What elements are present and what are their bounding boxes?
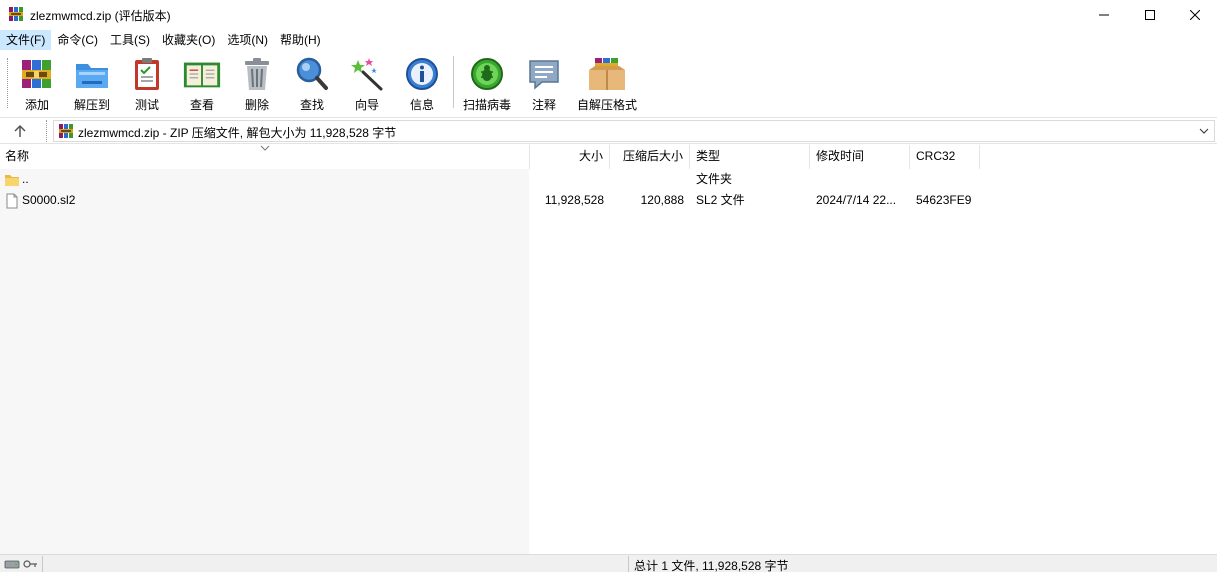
address-grip[interactable] xyxy=(46,120,50,142)
address-bar: zlezmwmcd.zip - ZIP 压缩文件, 解包大小为 11,928,5… xyxy=(0,117,1217,144)
menu-commands[interactable]: 命令(C) xyxy=(51,30,104,50)
comment-button[interactable]: 注释 xyxy=(524,55,564,113)
view-button[interactable]: 查看 xyxy=(180,55,224,113)
status-divider xyxy=(628,556,629,572)
file-list: 名称 大小 压缩后大小 类型 修改时间 CRC32 .. 文件夹 S0000.s… xyxy=(0,145,1217,554)
file-size xyxy=(530,169,610,190)
menu-file[interactable]: 文件(F) xyxy=(0,30,52,50)
menu-help[interactable]: 帮助(H) xyxy=(274,30,327,50)
column-header-size[interactable]: 大小 xyxy=(530,145,610,169)
file-name: S0000.sl2 xyxy=(22,193,76,207)
column-header-modified[interactable]: 修改时间 xyxy=(810,145,910,169)
status-divider xyxy=(42,556,43,572)
status-summary: 总计 1 文件, 11,928,528 字节 xyxy=(634,559,789,572)
close-button[interactable] xyxy=(1172,0,1217,30)
extract-to-label: 解压到 xyxy=(73,98,110,112)
test-label: 测试 xyxy=(134,98,159,112)
zip-archive-icon xyxy=(59,124,73,138)
comment-label: 注释 xyxy=(531,98,556,112)
trash-icon xyxy=(245,58,269,90)
folder-icon xyxy=(5,174,19,186)
file-packed-size: 120,888 xyxy=(640,193,684,207)
status-icons xyxy=(4,557,40,571)
toolbar-separator xyxy=(453,56,454,108)
minimize-icon xyxy=(1099,14,1109,16)
key-icon[interactable] xyxy=(22,558,38,570)
column-header-name-label: 名称 xyxy=(5,149,30,163)
test-clipboard-icon xyxy=(135,58,159,90)
sfx-button[interactable]: 自解压格式 xyxy=(577,55,637,113)
close-icon xyxy=(1190,10,1200,20)
file-packed-size xyxy=(610,169,690,190)
view-label: 查看 xyxy=(189,98,214,112)
file-name: .. xyxy=(22,172,29,186)
chevron-down-icon[interactable] xyxy=(1198,124,1210,138)
virus-scan-button[interactable]: 扫描病毒 xyxy=(461,55,513,113)
table-row[interactable]: .. 文件夹 xyxy=(0,169,1217,190)
title-bar: zlezmwmcd.zip (评估版本) xyxy=(0,0,1217,30)
magic-wand-icon xyxy=(351,58,383,91)
arrow-up-icon xyxy=(14,124,26,137)
wizard-label: 向导 xyxy=(354,98,379,112)
menu-tools[interactable]: 工具(S) xyxy=(104,30,156,50)
column-header-name[interactable]: 名称 xyxy=(0,145,530,169)
column-header-crc[interactable]: CRC32 xyxy=(910,145,980,169)
sfx-box-icon xyxy=(589,58,625,90)
magnifier-icon xyxy=(296,57,328,90)
file-size: 11,928,528 xyxy=(544,193,604,207)
window-title: zlezmwmcd.zip (评估版本) xyxy=(30,9,171,23)
add-label: 添加 xyxy=(24,98,49,112)
menu-bar: 文件(F) 命令(C) 工具(S) 收藏夹(O) 选项(N) 帮助(H) xyxy=(0,30,1217,50)
find-button[interactable]: 查找 xyxy=(292,55,332,113)
toolbar: 添加 解压到 测试 查看 删除 查找 向导 信息 扫描病毒 注释 自解压格式 xyxy=(0,50,1217,116)
virus-scan-icon xyxy=(471,58,503,90)
address-path-text: zlezmwmcd.zip - ZIP 压缩文件, 解包大小为 11,928,5… xyxy=(78,126,397,140)
sfx-label: 自解压格式 xyxy=(577,98,638,112)
delete-label: 删除 xyxy=(244,98,269,112)
virus-scan-label: 扫描病毒 xyxy=(462,98,511,112)
extract-to-button[interactable]: 解压到 xyxy=(70,55,114,113)
menu-options[interactable]: 选项(N) xyxy=(221,30,274,50)
address-field[interactable]: zlezmwmcd.zip - ZIP 压缩文件, 解包大小为 11,928,5… xyxy=(53,120,1215,142)
menu-favorites[interactable]: 收藏夹(O) xyxy=(156,30,221,50)
extract-folder-icon xyxy=(76,64,108,88)
add-button[interactable]: 添加 xyxy=(17,55,57,113)
test-button[interactable]: 测试 xyxy=(127,55,167,113)
maximize-icon xyxy=(1145,10,1155,20)
view-book-icon xyxy=(183,62,221,88)
file-type: 文件夹 xyxy=(696,172,733,186)
find-label: 查找 xyxy=(299,98,324,112)
file-crc: 54623FE9 xyxy=(916,193,972,207)
info-button[interactable]: 信息 xyxy=(402,55,442,113)
column-header-type[interactable]: 类型 xyxy=(690,145,810,169)
file-icon xyxy=(6,193,18,208)
toolbar-grip[interactable] xyxy=(7,58,10,108)
info-icon xyxy=(406,58,438,90)
info-label: 信息 xyxy=(409,98,434,112)
delete-button[interactable]: 删除 xyxy=(237,55,277,113)
winrar-app-icon[interactable] xyxy=(8,6,24,22)
minimize-button[interactable] xyxy=(1081,0,1127,30)
drive-icon[interactable] xyxy=(4,558,20,570)
status-bar: 总计 1 文件, 11,928,528 字节 xyxy=(0,554,1217,572)
wizard-button[interactable]: 向导 xyxy=(347,55,387,113)
maximize-button[interactable] xyxy=(1127,0,1173,30)
file-type: SL2 文件 xyxy=(696,193,745,207)
file-modified xyxy=(810,169,910,190)
up-one-level-button[interactable] xyxy=(10,122,30,140)
file-crc xyxy=(910,169,980,190)
column-header-packed[interactable]: 压缩后大小 xyxy=(610,145,690,169)
comment-icon xyxy=(529,60,559,90)
sort-descending-icon xyxy=(260,145,270,151)
file-modified: 2024/7/14 22... xyxy=(816,193,897,207)
add-archive-icon xyxy=(22,60,51,88)
table-row[interactable]: S0000.sl2 11,928,528 120,888 SL2 文件 2024… xyxy=(0,190,1217,211)
